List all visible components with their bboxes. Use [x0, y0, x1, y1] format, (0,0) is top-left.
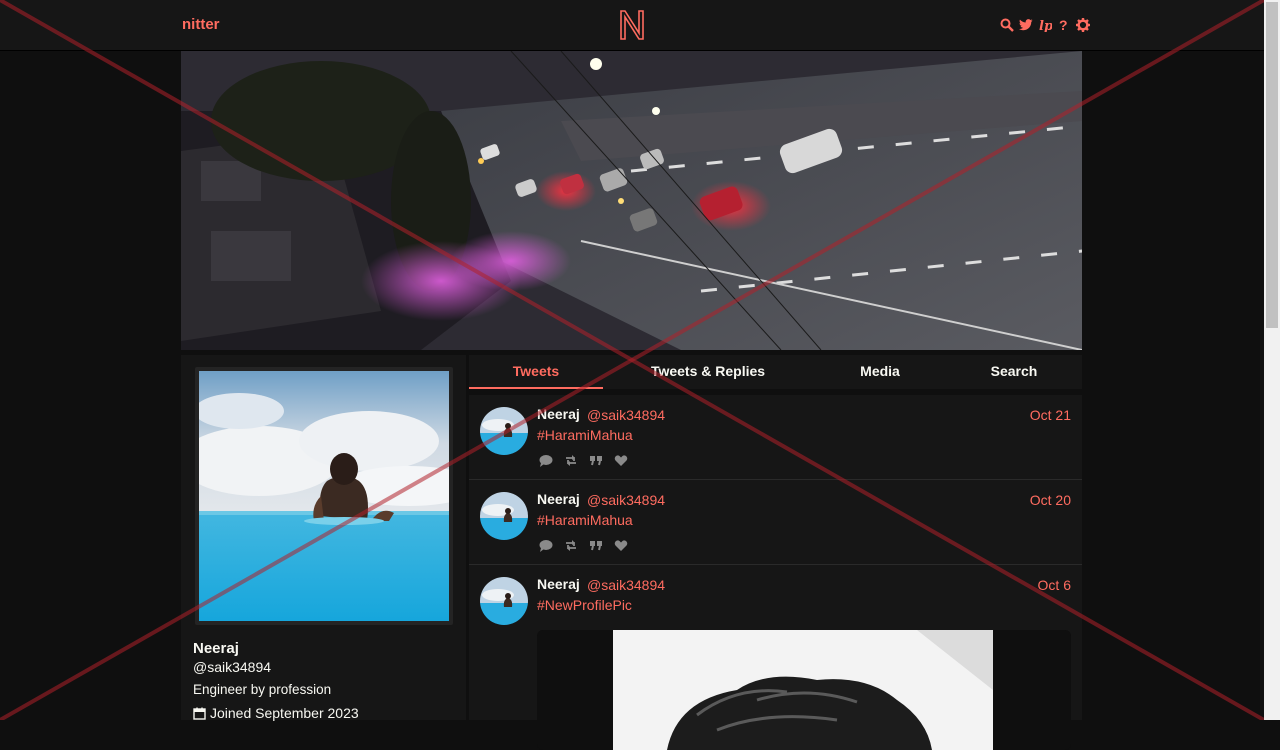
settings-icon[interactable] [1075, 17, 1090, 33]
profile-bio: Engineer by profession [193, 682, 332, 697]
media-photo [537, 630, 1071, 750]
tweet-media-image[interactable] [537, 630, 1071, 750]
tweet-author-name[interactable]: Neeraj [537, 491, 580, 507]
heart-icon[interactable] [613, 538, 629, 552]
profile-handle[interactable]: @saik34894 [193, 659, 271, 675]
retweet-icon[interactable] [563, 538, 579, 552]
profile-card: Neeraj @saik34894 Engineer by profession… [181, 355, 466, 721]
active-tab-indicator [469, 387, 603, 389]
navbar: nitter lp ? [0, 0, 1264, 51]
twitter-icon[interactable] [1018, 17, 1033, 33]
tweet-stats [538, 538, 629, 552]
tweet-text[interactable]: #NewProfilePic [537, 597, 632, 613]
tweet-text[interactable]: #HaramiMahua [537, 427, 633, 443]
tweet-author-name[interactable]: Neeraj [537, 406, 580, 422]
tab-search[interactable]: Search [977, 363, 1051, 379]
tab-tweets[interactable]: Tweets [469, 363, 603, 379]
tweet[interactable]: Neeraj @saik34894 Oct 21 #HaramiMahua [469, 395, 1082, 480]
tweet-text[interactable]: #HaramiMahua [537, 512, 633, 528]
quote-icon[interactable] [588, 453, 604, 467]
retweet-icon[interactable] [563, 453, 579, 467]
svg-text:?: ? [1059, 18, 1068, 32]
tweet-date[interactable]: Oct 6 [1038, 577, 1071, 593]
heart-icon[interactable] [613, 453, 629, 467]
tweet[interactable]: Neeraj @saik34894 Oct 6 #NewProfilePic [469, 565, 1082, 750]
help-icon[interactable]: ? [1056, 17, 1071, 33]
brand-link[interactable]: nitter [182, 16, 220, 33]
tweet-date[interactable]: Oct 20 [1030, 492, 1071, 508]
scrollbar-thumb[interactable] [1266, 2, 1278, 328]
nitter-logo[interactable] [618, 9, 646, 41]
banner-image [181, 51, 1082, 350]
tab-tweets-replies[interactable]: Tweets & Replies [637, 363, 779, 379]
calendar-icon [193, 707, 206, 720]
reply-icon[interactable] [538, 538, 554, 552]
reply-icon[interactable] [538, 453, 554, 467]
profile-name[interactable]: Neeraj [193, 640, 239, 657]
tweet-author-handle[interactable]: @saik34894 [587, 407, 665, 423]
tweet-stats [538, 453, 629, 467]
avatar-image [199, 371, 449, 621]
svg-text:lp: lp [1039, 19, 1052, 32]
tweet[interactable]: Neeraj @saik34894 Oct 20 #HaramiMahua [469, 480, 1082, 565]
timeline: Tweets Tweets & Replies Media Search Nee… [469, 355, 1082, 750]
profile-avatar[interactable] [195, 367, 453, 625]
profile-joined: Joined September 2023 [193, 705, 359, 721]
joined-text: Joined September 2023 [210, 705, 359, 721]
tweet-author-handle[interactable]: @saik34894 [587, 492, 665, 508]
tab-media[interactable]: Media [843, 363, 917, 379]
tweet-author-name[interactable]: Neeraj [537, 576, 580, 592]
liberapay-icon[interactable]: lp [1037, 17, 1052, 33]
tweet-avatar[interactable] [480, 407, 528, 455]
profile-tabs: Tweets Tweets & Replies Media Search [469, 355, 1082, 389]
search-icon[interactable] [999, 17, 1014, 33]
tweet-date[interactable]: Oct 21 [1030, 407, 1071, 423]
tweet-avatar[interactable] [480, 492, 528, 540]
profile-banner[interactable] [181, 51, 1082, 350]
tweet-avatar[interactable] [480, 577, 528, 625]
quote-icon[interactable] [588, 538, 604, 552]
nav-icons: lp ? [999, 16, 1090, 34]
tweet-author-handle[interactable]: @saik34894 [587, 577, 665, 593]
